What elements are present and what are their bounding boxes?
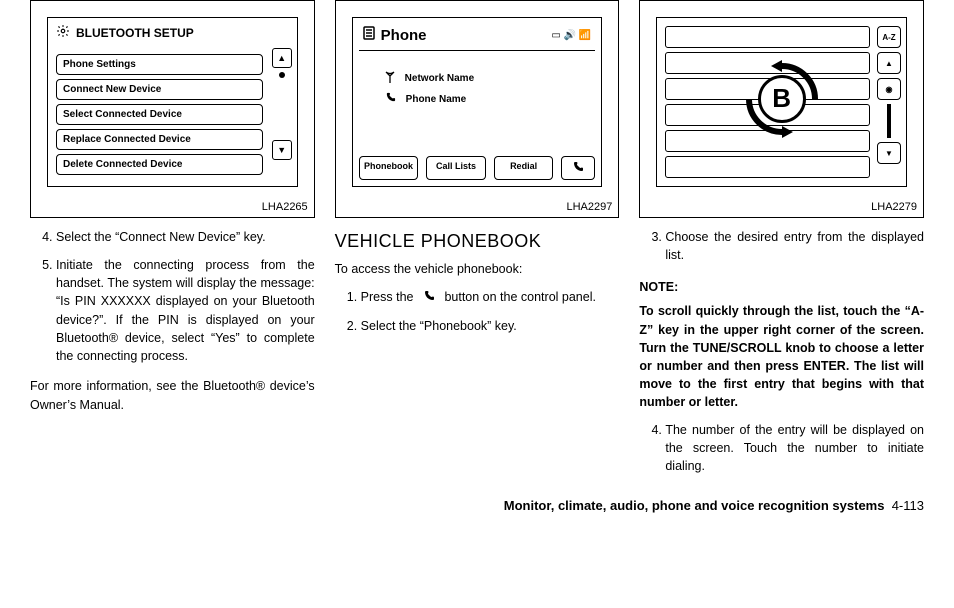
note-body: To scroll quickly through the list, touc…	[639, 302, 924, 411]
note-heading: NOTE:	[639, 278, 924, 296]
figure-label: LHA2297	[566, 201, 612, 213]
scroll-track	[887, 104, 891, 138]
softkey-call-lists: Call Lists	[426, 156, 486, 180]
list-item	[665, 156, 870, 178]
step-4: The number of the entry will be displaye…	[665, 421, 924, 475]
phone-list-icon	[363, 26, 375, 44]
softkey-phonebook: Phonebook	[359, 156, 419, 180]
antenna-icon	[385, 71, 395, 86]
phone-title-text: Phone	[381, 27, 427, 44]
softkey-handset-icon	[561, 156, 595, 180]
scroll-up-icon: ▲	[877, 52, 901, 74]
step-1: Press the button on the control panel.	[361, 288, 620, 307]
figure-list: B A-Z ▲ ◉ ▼ LHA2279	[639, 0, 924, 218]
scroll-down-icon: ▼	[877, 142, 901, 164]
handset-icon	[423, 289, 435, 307]
menu-item: Connect New Device	[56, 79, 263, 100]
vehicle-phonebook-title: VEHICLE PHONEBOOK	[335, 228, 620, 254]
step-4: Select the “Connect New Device” key.	[56, 228, 315, 246]
figure-label: LHA2265	[262, 201, 308, 213]
bluetooth-setup-title: BLUETOOTH SETUP	[76, 26, 194, 40]
figure-label: LHA2279	[871, 201, 917, 213]
step-3: Choose the desired entry from the displa…	[665, 228, 924, 264]
network-name-label: Network Name	[405, 73, 474, 84]
az-key: A-Z	[877, 26, 901, 48]
scroll-thumb-icon	[279, 72, 285, 78]
scroll-down-icon: ▼	[272, 140, 292, 160]
menu-item: Phone Settings	[56, 54, 263, 75]
phone-name-label: Phone Name	[406, 94, 467, 105]
handset-icon	[385, 92, 396, 106]
selected-letter: B	[758, 75, 806, 123]
scroll-up-icon: ▲	[272, 48, 292, 68]
page-footer: Monitor, climate, audio, phone and voice…	[30, 486, 924, 523]
step-2: Select the “Phonebook” key.	[361, 317, 620, 335]
menu-item: Select Connected Device	[56, 104, 263, 125]
figure-bluetooth-setup: BLUETOOTH SETUP Phone Settings Connect N…	[30, 0, 315, 218]
more-info-text: For more information, see the Bluetooth®…	[30, 377, 315, 413]
softkey-redial: Redial	[494, 156, 554, 180]
step-5: Initiate the connecting process from the…	[56, 256, 315, 365]
gear-icon	[56, 24, 70, 41]
list-item	[665, 26, 870, 48]
figure-phone: Phone ▭ 🔊 📶 Network Name	[335, 0, 620, 218]
phonebook-intro: To access the vehicle phonebook:	[335, 260, 620, 278]
menu-item: Delete Connected Device	[56, 154, 263, 175]
status-icons: ▭ 🔊 📶	[551, 30, 591, 41]
menu-item: Replace Connected Device	[56, 129, 263, 150]
scroll-target-icon: ◉	[877, 78, 901, 100]
